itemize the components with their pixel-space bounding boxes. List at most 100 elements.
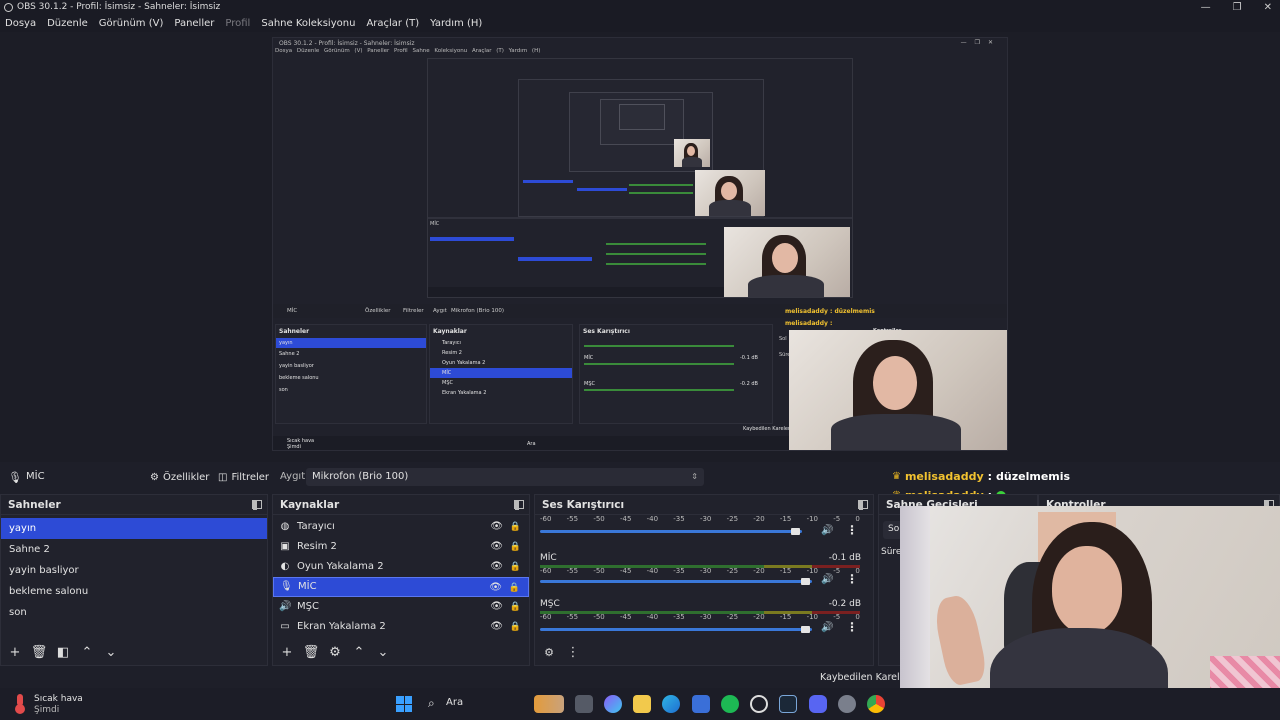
more-options-icon[interactable]: ⋮	[846, 523, 858, 537]
filters-label: Filtreler	[231, 471, 270, 483]
mini-webcam-4	[695, 170, 765, 216]
eye-icon[interactable]: 👁	[489, 578, 502, 598]
volume-fader[interactable]	[540, 628, 812, 631]
lock-icon[interactable]: 🔒	[509, 578, 520, 598]
move-up-button[interactable]: ⌃	[78, 643, 96, 661]
preview-capture-level-6	[619, 104, 665, 130]
window-controls: — ❐ ✕	[1201, 0, 1272, 14]
lock-icon[interactable]: 🔒	[510, 557, 521, 577]
settings-gear-icon[interactable]	[838, 695, 856, 713]
lock-icon[interactable]: 🔒	[510, 537, 521, 557]
track-name: MŞC	[540, 599, 560, 609]
menu-duzenle[interactable]: Düzenle	[47, 18, 88, 29]
scene-item[interactable]: Sahne 2	[1, 539, 267, 560]
remove-scene-button[interactable]: 🗑	[30, 643, 48, 661]
undock-icon[interactable]	[858, 500, 868, 510]
move-down-button[interactable]: ⌄	[374, 643, 392, 661]
remove-source-button[interactable]: 🗑	[302, 643, 320, 661]
source-label: Resim 2	[297, 541, 337, 552]
mini-window-controls: —❐✕	[960, 39, 1001, 46]
undock-icon[interactable]	[252, 500, 262, 510]
source-item[interactable]: 🔊 MŞC 👁 🔒	[273, 597, 529, 617]
steam-icon[interactable]	[779, 695, 797, 713]
weather-sub: Şimdi	[34, 705, 60, 715]
close-button[interactable]: ✕	[1264, 2, 1272, 13]
eye-icon[interactable]: 👁	[490, 557, 503, 577]
scene-item[interactable]: yayin basliyor	[1, 560, 267, 581]
image-icon: ▣	[280, 541, 290, 552]
source-item[interactable]: 🎙 MİC 👁 🔒	[273, 577, 529, 597]
preview-canvas[interactable]: OBS 30.1.2 - Profil: İsimsiz - Sahneler:…	[0, 32, 1280, 462]
menu-paneller[interactable]: Paneller	[174, 18, 214, 29]
scene-item[interactable]: son	[1, 602, 267, 623]
eye-icon[interactable]: 👁	[490, 597, 503, 617]
scene-filters-button[interactable]: ◧	[54, 643, 72, 661]
source-item[interactable]: ▭ Ekran Yakalama 2 👁 🔒	[273, 617, 529, 637]
spotify-icon[interactable]	[721, 695, 739, 713]
speaker-icon[interactable]: 🔊	[821, 574, 833, 585]
speaker-icon[interactable]: 🔊	[821, 622, 833, 633]
mixer-track-mic: MİC -0.1 dB -60 -55 -50 -45 -40 -35 -30 -25 -20-…	[535, 551, 873, 595]
lock-icon[interactable]: 🔒	[510, 517, 521, 537]
properties-button[interactable]: ⚙ Özellikler	[144, 468, 215, 486]
menu-profil[interactable]: Profil	[225, 18, 250, 29]
eye-icon[interactable]: 👁	[490, 517, 503, 537]
source-item[interactable]: ◍ Tarayıcı 👁 🔒	[273, 517, 529, 537]
eye-icon[interactable]: 👁	[490, 537, 503, 557]
copilot-icon[interactable]	[604, 695, 622, 713]
mini-webcam-5	[674, 139, 710, 167]
scene-item[interactable]: bekleme salonu	[1, 581, 267, 602]
preview-capture-level-1: OBS 30.1.2 - Profil: İsimsiz - Sahneler:…	[272, 37, 1008, 451]
mixer-menu-icon[interactable]: ⋮	[564, 643, 582, 661]
volume-fader[interactable]	[540, 530, 802, 533]
more-options-icon[interactable]: ⋮	[846, 620, 858, 634]
search-icon[interactable]: ⌕	[428, 696, 435, 711]
source-item[interactable]: ◐ Oyun Yakalama 2 👁 🔒	[273, 557, 529, 577]
filters-button[interactable]: ◫ Filtreler	[212, 468, 275, 486]
source-item[interactable]: ▣ Resim 2 👁 🔒	[273, 537, 529, 557]
windows-start-icon[interactable]	[396, 696, 412, 712]
scene-item[interactable]: yayın	[1, 518, 267, 539]
minimize-button[interactable]: —	[1201, 2, 1211, 13]
mini1-dropped-frames: Kaybedilen Kareler 0	[743, 426, 795, 432]
mini2-source-name: MİC	[430, 221, 440, 227]
lock-icon[interactable]: 🔒	[510, 617, 521, 637]
weather-icon[interactable]	[14, 694, 28, 714]
task-view-icon[interactable]	[575, 695, 593, 713]
menu-araclar[interactable]: Araçlar (T)	[366, 18, 419, 29]
menu-sahne-koleksiyonu[interactable]: Sahne Koleksiyonu	[261, 18, 355, 29]
advanced-audio-gear-icon[interactable]: ⚙	[540, 643, 558, 661]
volume-fader[interactable]	[540, 580, 812, 583]
edge-icon[interactable]	[662, 695, 680, 713]
undock-icon[interactable]	[514, 500, 524, 510]
menu-yardim[interactable]: Yardım (H)	[430, 18, 482, 29]
discord-icon[interactable]	[809, 695, 827, 713]
source-list: ◍ Tarayıcı 👁 🔒 ▣ Resim 2 👁 🔒 ◐ Oyun Yaka…	[273, 517, 529, 637]
file-explorer-icon[interactable]	[633, 695, 651, 713]
speaker-icon[interactable]: 🔊	[821, 525, 833, 536]
more-options-icon[interactable]: ⋮	[846, 572, 858, 586]
add-scene-button[interactable]: +	[6, 643, 24, 661]
move-up-button[interactable]: ⌃	[350, 643, 368, 661]
chat-line-1: ♛ melisadaddy : düzelmemis	[892, 470, 1071, 483]
obs-icon[interactable]	[750, 695, 768, 713]
move-down-button[interactable]: ⌄	[102, 643, 120, 661]
menu-dosya[interactable]: Dosya	[5, 18, 36, 29]
menu-gorunum[interactable]: Görünüm (V)	[99, 18, 164, 29]
fader-handle[interactable]	[801, 578, 810, 585]
chrome-icon[interactable]	[867, 695, 885, 713]
source-label: MİC	[298, 581, 317, 592]
device-select[interactable]: Mikrofon (Brio 100) ⇕	[306, 468, 704, 486]
taskbar-search-label[interactable]: Ara	[446, 697, 463, 708]
store-icon[interactable]	[692, 695, 710, 713]
mixer-scale: -60 -55 -50 -45 -40 -35 -30 -25 -20 -15 -10 -5 0	[540, 613, 860, 621]
add-source-button[interactable]: +	[278, 643, 296, 661]
lock-icon[interactable]: 🔒	[510, 597, 521, 617]
source-properties-button[interactable]: ⚙	[326, 643, 344, 661]
widget-icon[interactable]	[534, 695, 564, 713]
mixer-footer: ⚙ ⋮	[535, 639, 873, 665]
maximize-button[interactable]: ❐	[1233, 2, 1242, 13]
fader-handle[interactable]	[791, 528, 800, 535]
eye-icon[interactable]: 👁	[490, 617, 503, 637]
fader-handle[interactable]	[801, 626, 810, 633]
